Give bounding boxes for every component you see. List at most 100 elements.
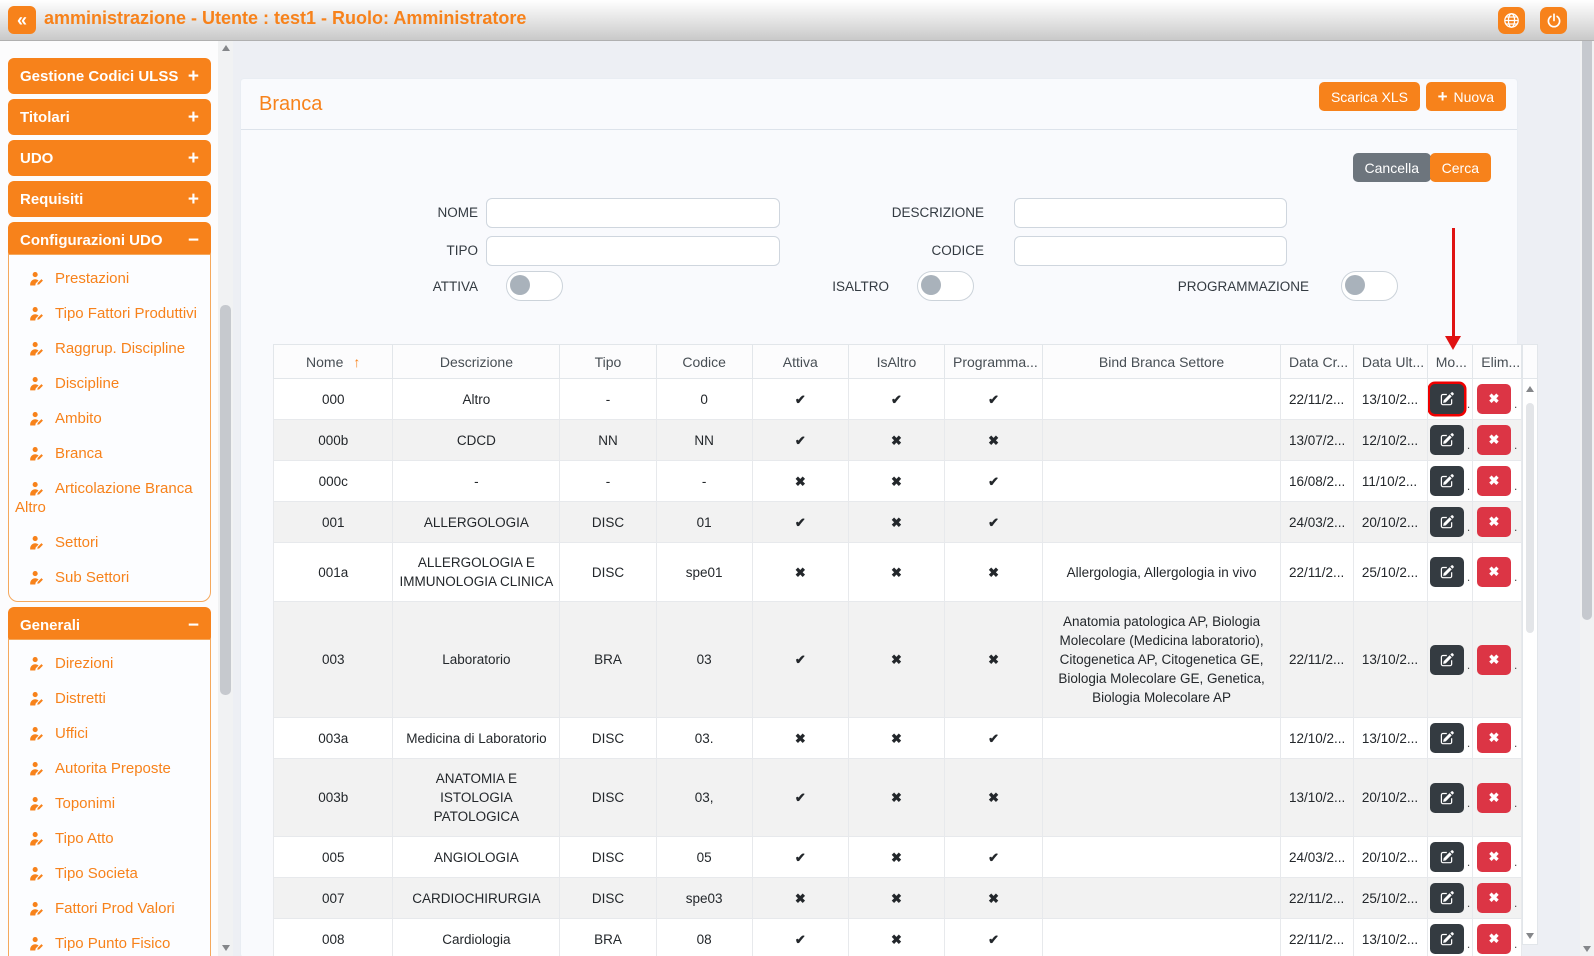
sidebar-item-tipo-atto[interactable]: Tipo Atto (13, 821, 206, 856)
scroll-down-icon[interactable] (1583, 946, 1591, 952)
plus-icon[interactable]: + (188, 67, 199, 86)
tipo-input[interactable] (486, 236, 780, 266)
download-xls-button[interactable]: Scarica XLS (1319, 82, 1420, 111)
check-icon: ✔ (988, 474, 999, 489)
logout-button[interactable] (1540, 7, 1567, 34)
delete-row-button[interactable]: ✖ (1477, 723, 1511, 753)
edit-row-button[interactable] (1430, 557, 1464, 587)
sidebar-scrollbar-thumb[interactable] (220, 305, 231, 695)
delete-row-button[interactable]: ✖ (1477, 645, 1511, 675)
delete-row-button[interactable]: ✖ (1477, 384, 1511, 414)
column-header-descrizione[interactable]: Descrizione (393, 345, 560, 379)
cell-programmazione-flag: ✖ (944, 420, 1042, 461)
attiva-toggle[interactable] (506, 271, 563, 301)
scroll-down-icon[interactable] (222, 945, 230, 951)
edit-row-button[interactable] (1430, 924, 1464, 954)
cell-nome: 007 (274, 878, 393, 919)
edit-row-button[interactable] (1430, 384, 1464, 414)
sidebar-item-articolazione-branca-altro[interactable]: Articolazione Branca Altro (13, 471, 206, 525)
edit-row-button[interactable] (1430, 507, 1464, 537)
sidebar-item-branca[interactable]: Branca (13, 436, 206, 471)
edit-row-button[interactable] (1430, 466, 1464, 496)
sidebar-item-tipo-punto-fisico[interactable]: Tipo Punto Fisico (13, 926, 206, 956)
scroll-up-icon[interactable] (1526, 386, 1534, 392)
sidebar-item-distretti[interactable]: Distretti (13, 681, 206, 716)
sidebar-group-header-udo[interactable]: UDO+ (8, 140, 211, 176)
sidebar-item-settori[interactable]: Settori (13, 525, 206, 560)
delete-row-button[interactable]: ✖ (1477, 783, 1511, 813)
sidebar-item-direzioni[interactable]: Direzioni (13, 646, 206, 681)
delete-row-button[interactable]: ✖ (1477, 466, 1511, 496)
cell-elimina: ✖. (1473, 420, 1522, 461)
programmazione-toggle[interactable] (1341, 271, 1398, 301)
page-scrollbar[interactable] (1580, 0, 1594, 956)
sidebar-item-uffici[interactable]: Uffici (13, 716, 206, 751)
sidebar-group-header-generali[interactable]: Generali− (8, 607, 211, 643)
sidebar-item-autorita-preposte[interactable]: Autorita Preposte (13, 751, 206, 786)
delete-row-button[interactable]: ✖ (1477, 924, 1511, 954)
table-scrollbar[interactable] (1522, 344, 1538, 945)
column-header-mo[interactable]: Mo... (1427, 345, 1473, 379)
column-header-elim[interactable]: Elim... (1473, 345, 1522, 379)
sidebar-group-header-configurazioni-udo[interactable]: Configurazioni UDO− (8, 222, 211, 258)
scroll-up-icon[interactable] (222, 45, 230, 51)
cell-data-ultima-value: 11/10/2... (1362, 474, 1417, 489)
delete-row-button[interactable]: ✖ (1477, 507, 1511, 537)
sidebar-group-header-requisiti[interactable]: Requisiti+ (8, 181, 211, 217)
sidebar-item-discipline[interactable]: Discipline (13, 366, 206, 401)
page-scrollbar-thumb[interactable] (1582, 24, 1592, 620)
column-header-isaltro[interactable]: IsAltro (848, 345, 944, 379)
sidebar-group-header-gestione-codici-ulss[interactable]: Gestione Codici ULSS+ (8, 58, 211, 94)
codice-input[interactable] (1014, 236, 1287, 266)
column-header-programma[interactable]: Programma... (944, 345, 1042, 379)
sidebar-item-toponimi[interactable]: Toponimi (13, 786, 206, 821)
plus-icon[interactable]: + (188, 149, 199, 168)
cell-modifica: . (1427, 461, 1473, 502)
nome-input[interactable] (486, 198, 780, 228)
column-header-tipo[interactable]: Tipo (560, 345, 656, 379)
sidebar-item-prestazioni[interactable]: Prestazioni (13, 261, 206, 296)
column-header-data-cr[interactable]: Data Cr... (1281, 345, 1354, 379)
minus-icon[interactable]: − (188, 616, 199, 635)
minus-icon[interactable]: − (188, 231, 199, 250)
edit-row-button[interactable] (1430, 425, 1464, 455)
scroll-down-icon[interactable] (1526, 933, 1534, 939)
delete-row-button[interactable]: ✖ (1477, 842, 1511, 872)
check-icon: ✔ (988, 392, 999, 407)
delete-row-button[interactable]: ✖ (1477, 883, 1511, 913)
column-header-attiva[interactable]: Attiva (752, 345, 848, 379)
column-header-bind-branca-settore[interactable]: Bind Branca Settore (1043, 345, 1281, 379)
search-button[interactable]: Cerca (1430, 153, 1491, 182)
language-button[interactable] (1498, 7, 1525, 34)
collapse-sidebar-button[interactable]: « (8, 6, 36, 34)
sidebar-item-sub-settori[interactable]: Sub Settori (13, 560, 206, 595)
edit-row-button[interactable] (1430, 842, 1464, 872)
edit-row-button[interactable] (1430, 723, 1464, 753)
delete-row-button[interactable]: ✖ (1477, 557, 1511, 587)
delete-row-button[interactable]: ✖ (1477, 425, 1511, 455)
cell-nome-value: 000c (319, 474, 348, 489)
clear-search-button[interactable]: Cancella (1353, 153, 1431, 182)
table-scrollbar-thumb[interactable] (1526, 403, 1534, 633)
column-header-nome[interactable]: Nome↑ (274, 345, 393, 379)
sidebar-item-tipo-fattori-produttivi[interactable]: Tipo Fattori Produttivi (13, 296, 206, 331)
sidebar-item-tipo-societa[interactable]: Tipo Societa (13, 856, 206, 891)
descrizione-input[interactable] (1014, 198, 1287, 228)
sidebar-item-fattori-prod-valori[interactable]: Fattori Prod Valori (13, 891, 206, 926)
column-header-data-ult[interactable]: Data Ult... (1353, 345, 1427, 379)
sidebar-group-header-titolari[interactable]: Titolari+ (8, 99, 211, 135)
edit-row-button[interactable] (1430, 783, 1464, 813)
sidebar-item-raggrup-discipline[interactable]: Raggrup. Discipline (13, 331, 206, 366)
isaltro-toggle[interactable] (917, 271, 974, 301)
plus-icon[interactable]: + (188, 108, 199, 127)
sidebar-scrollbar[interactable] (218, 40, 233, 956)
sidebar-item-ambito[interactable]: Ambito (13, 401, 206, 436)
new-item-button[interactable]: + Nuova (1426, 82, 1506, 111)
edit-row-button[interactable] (1430, 645, 1464, 675)
cross-icon: ✖ (891, 850, 902, 865)
edit-row-button[interactable] (1430, 883, 1464, 913)
table-scrollbar-header-cell (1523, 345, 1537, 379)
cell-data-creazione-value: 22/11/2... (1289, 891, 1344, 906)
column-header-codice[interactable]: Codice (656, 345, 752, 379)
plus-icon[interactable]: + (188, 190, 199, 209)
